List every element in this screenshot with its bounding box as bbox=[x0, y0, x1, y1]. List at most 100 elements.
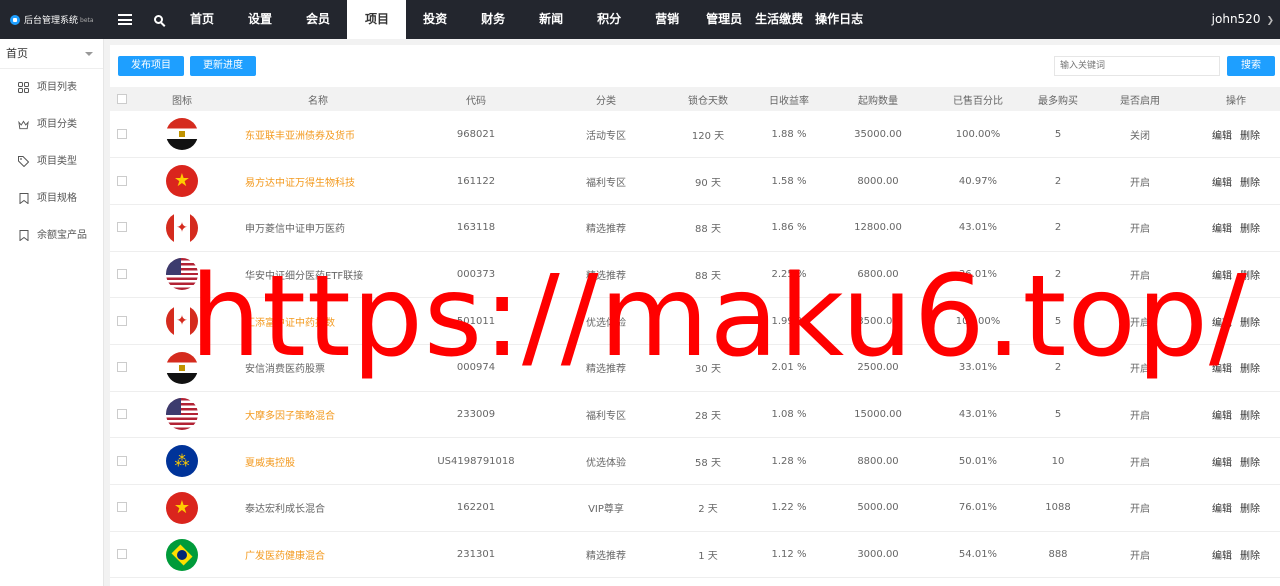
row-daily-rate: 1.22 % bbox=[771, 502, 807, 514]
nav-item-projects[interactable]: 项目 bbox=[347, 0, 407, 39]
row-checkbox[interactable] bbox=[117, 268, 127, 279]
row-select-cell[interactable] bbox=[110, 204, 134, 251]
nav-item-bill-payment[interactable]: 生活缴费 bbox=[749, 0, 809, 39]
app-logo[interactable]: 后台管理系统 beta bbox=[0, 0, 106, 39]
delete-button[interactable]: 删除 bbox=[1240, 271, 1260, 282]
row-daily-rate: 1.58 % bbox=[771, 175, 807, 187]
vietnam-flag-icon bbox=[166, 165, 198, 198]
vietnam-flag-icon bbox=[166, 491, 198, 524]
table-row: 夏威夷控股 US4198791018 优选体验 58 天 1.28 % 8800.00 50… bbox=[110, 438, 1280, 485]
row-min-purchase: 35000.00 bbox=[854, 128, 902, 140]
global-search-button[interactable] bbox=[144, 0, 172, 39]
keyword-search-input[interactable] bbox=[1054, 56, 1220, 76]
nav-item-marketing[interactable]: 营销 bbox=[638, 0, 696, 39]
sidebar-item-project-list[interactable]: 项目列表 bbox=[0, 69, 103, 106]
edit-button[interactable]: 编辑 bbox=[1212, 318, 1232, 329]
row-select-cell[interactable] bbox=[110, 438, 134, 485]
row-lock-days: 2 天 bbox=[698, 504, 718, 516]
row-name: 安信消费医药股票 bbox=[245, 364, 325, 376]
nav-item-operation-log[interactable]: 操作日志 bbox=[809, 0, 869, 39]
row-checkbox[interactable] bbox=[117, 128, 127, 139]
row-checkbox[interactable] bbox=[117, 315, 127, 326]
edit-button[interactable]: 编辑 bbox=[1212, 131, 1232, 142]
delete-button[interactable]: 删除 bbox=[1240, 411, 1260, 422]
nav-item-news[interactable]: 新闻 bbox=[522, 0, 580, 39]
table-row: 广发医药健康混合 231301 精选推荐 1 天 1.12 % 3000.00 54.01%… bbox=[110, 531, 1280, 578]
delete-button[interactable]: 删除 bbox=[1240, 178, 1260, 189]
edit-button[interactable]: 编辑 bbox=[1212, 364, 1232, 375]
sidebar-item-project-type[interactable]: 项目类型 bbox=[0, 143, 103, 180]
publish-project-button[interactable]: 发布项目 bbox=[118, 56, 184, 76]
row-sold-percent: 40.97% bbox=[958, 175, 998, 187]
row-select-cell[interactable] bbox=[110, 251, 134, 298]
row-name: 易方达中证万得生物科技 bbox=[245, 177, 355, 189]
row-enabled-status: 开启 bbox=[1130, 410, 1150, 422]
row-select-cell[interactable] bbox=[110, 344, 134, 391]
table-header-row: 图标 名称 代码 分类 锁仓天数 日收益率 起购数量 已售百分比 最多购买 是否… bbox=[110, 87, 1280, 111]
sidebar-item-project-category[interactable]: 项目分类 bbox=[0, 106, 103, 143]
delete-button[interactable]: 删除 bbox=[1240, 504, 1260, 515]
menu-toggle-button[interactable] bbox=[106, 0, 144, 39]
nav-item-investment[interactable]: 投资 bbox=[406, 0, 464, 39]
sidebar-item-yuebao-products[interactable]: 余额宝产品 bbox=[0, 217, 103, 254]
row-checkbox[interactable] bbox=[117, 549, 127, 560]
row-checkbox[interactable] bbox=[117, 455, 127, 466]
nav-item-home[interactable]: 首页 bbox=[173, 0, 231, 39]
row-category: 精选推荐 bbox=[586, 270, 626, 282]
nav-item-members[interactable]: 会员 bbox=[289, 0, 347, 39]
nav-item-settings[interactable]: 设置 bbox=[231, 0, 289, 39]
edit-button[interactable]: 编辑 bbox=[1212, 551, 1232, 562]
row-sold-percent: 50.01% bbox=[958, 455, 998, 467]
row-checkbox[interactable] bbox=[117, 502, 127, 513]
row-enabled-status: 开启 bbox=[1130, 364, 1150, 376]
delete-button[interactable]: 删除 bbox=[1240, 458, 1260, 469]
row-name: 华安中证细分医药ETF联接 bbox=[245, 270, 364, 282]
row-checkbox[interactable] bbox=[117, 175, 127, 186]
row-category: 精选推荐 bbox=[586, 364, 626, 376]
row-select-cell[interactable] bbox=[110, 158, 134, 205]
sidebar-item-project-spec[interactable]: 项目规格 bbox=[0, 180, 103, 217]
search-button[interactable]: 搜索 bbox=[1227, 56, 1275, 76]
row-sold-percent: 100.00% bbox=[955, 128, 1001, 140]
row-code: 233009 bbox=[456, 408, 496, 420]
row-lock-days: 1 天 bbox=[698, 551, 718, 563]
header-select-all[interactable] bbox=[110, 87, 134, 111]
row-actions: 编辑 删除 bbox=[1192, 344, 1280, 391]
user-menu[interactable]: john520 ❯ bbox=[1212, 0, 1274, 39]
row-select-cell[interactable] bbox=[110, 531, 134, 578]
edit-button[interactable]: 编辑 bbox=[1212, 224, 1232, 235]
sidebar-title[interactable]: 首页 bbox=[0, 39, 103, 69]
row-actions: 编辑 删除 bbox=[1192, 298, 1280, 345]
update-progress-button[interactable]: 更新进度 bbox=[190, 56, 256, 76]
delete-button[interactable]: 删除 bbox=[1240, 318, 1260, 329]
delete-button[interactable]: 删除 bbox=[1240, 364, 1260, 375]
eu-flag-icon bbox=[166, 445, 198, 478]
nav-item-finance[interactable]: 财务 bbox=[464, 0, 522, 39]
edit-button[interactable]: 编辑 bbox=[1212, 504, 1232, 515]
delete-button[interactable]: 删除 bbox=[1240, 224, 1260, 235]
select-all-checkbox[interactable] bbox=[117, 93, 127, 104]
row-select-cell[interactable] bbox=[110, 298, 134, 345]
row-checkbox[interactable] bbox=[117, 408, 127, 419]
row-checkbox[interactable] bbox=[117, 222, 127, 233]
usa-flag-icon bbox=[166, 258, 198, 291]
row-select-cell[interactable] bbox=[110, 111, 134, 158]
row-enabled-status: 开启 bbox=[1130, 551, 1150, 563]
row-select-cell[interactable] bbox=[110, 391, 134, 438]
row-sold-percent: 76.01% bbox=[958, 502, 998, 514]
nav-item-points[interactable]: 积分 bbox=[580, 0, 638, 39]
edit-button[interactable]: 编辑 bbox=[1212, 458, 1232, 469]
edit-button[interactable]: 编辑 bbox=[1212, 411, 1232, 422]
edit-button[interactable]: 编辑 bbox=[1212, 178, 1232, 189]
row-category: 福利专区 bbox=[586, 177, 626, 189]
edit-button[interactable]: 编辑 bbox=[1212, 271, 1232, 282]
nav-item-admins[interactable]: 管理员 bbox=[696, 0, 749, 39]
toolbar: 发布项目 更新进度 搜索 bbox=[110, 45, 1280, 87]
sidebar-item-label: 余额宝产品 bbox=[37, 230, 87, 241]
row-checkbox[interactable] bbox=[117, 362, 127, 373]
delete-button[interactable]: 删除 bbox=[1240, 551, 1260, 562]
row-select-cell[interactable] bbox=[110, 485, 134, 532]
delete-button[interactable]: 删除 bbox=[1240, 131, 1260, 142]
row-actions: 编辑 删除 bbox=[1192, 158, 1280, 205]
top-navigation-bar: 后台管理系统 beta 首页 设置 会员 项目 投资 财务 新闻 积分 营销 管… bbox=[0, 0, 1280, 39]
